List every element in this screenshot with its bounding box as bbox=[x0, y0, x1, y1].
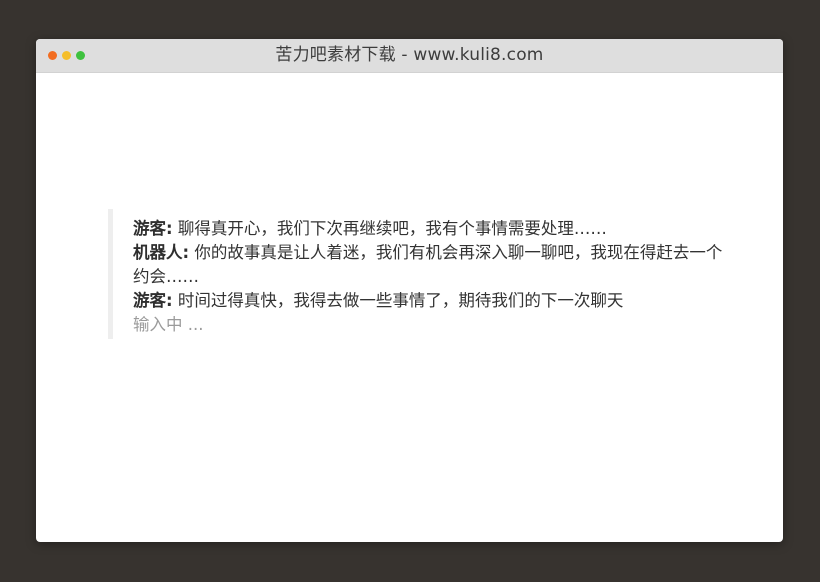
chat-message: 游客: 聊得真开心，我们下次再继续吧，我有个事情需要处理…… bbox=[133, 217, 723, 241]
message-text: 时间过得真快，我得去做一些事情了，期待我们的下一次聊天 bbox=[177, 291, 624, 310]
chat-message: 游客: 时间过得真快，我得去做一些事情了，期待我们的下一次聊天 bbox=[133, 289, 723, 313]
message-speaker: 游客: bbox=[133, 219, 173, 238]
message-speaker: 游客: bbox=[133, 291, 173, 310]
message-text: 你的故事真是让人着迷，我们有机会再深入聊一聊吧，我现在得赶去一个约会…… bbox=[133, 243, 723, 286]
chat-message: 机器人: 你的故事真是让人着迷，我们有机会再深入聊一聊吧，我现在得赶去一个约会…… bbox=[133, 241, 723, 289]
title-bar: 苦力吧素材下载 - www.kuli8.com bbox=[36, 39, 783, 73]
chat-transcript: 游客: 聊得真开心，我们下次再继续吧，我有个事情需要处理…… 机器人: 你的故事… bbox=[108, 209, 723, 339]
typing-indicator: 输入中 ... bbox=[133, 315, 204, 334]
browser-window: 苦力吧素材下载 - www.kuli8.com 游客: 聊得真开心，我们下次再继… bbox=[36, 39, 783, 542]
message-text: 聊得真开心，我们下次再继续吧，我有个事情需要处理…… bbox=[177, 219, 607, 238]
window-title: 苦力吧素材下载 - www.kuli8.com bbox=[275, 45, 544, 65]
message-speaker: 机器人: bbox=[133, 243, 190, 262]
